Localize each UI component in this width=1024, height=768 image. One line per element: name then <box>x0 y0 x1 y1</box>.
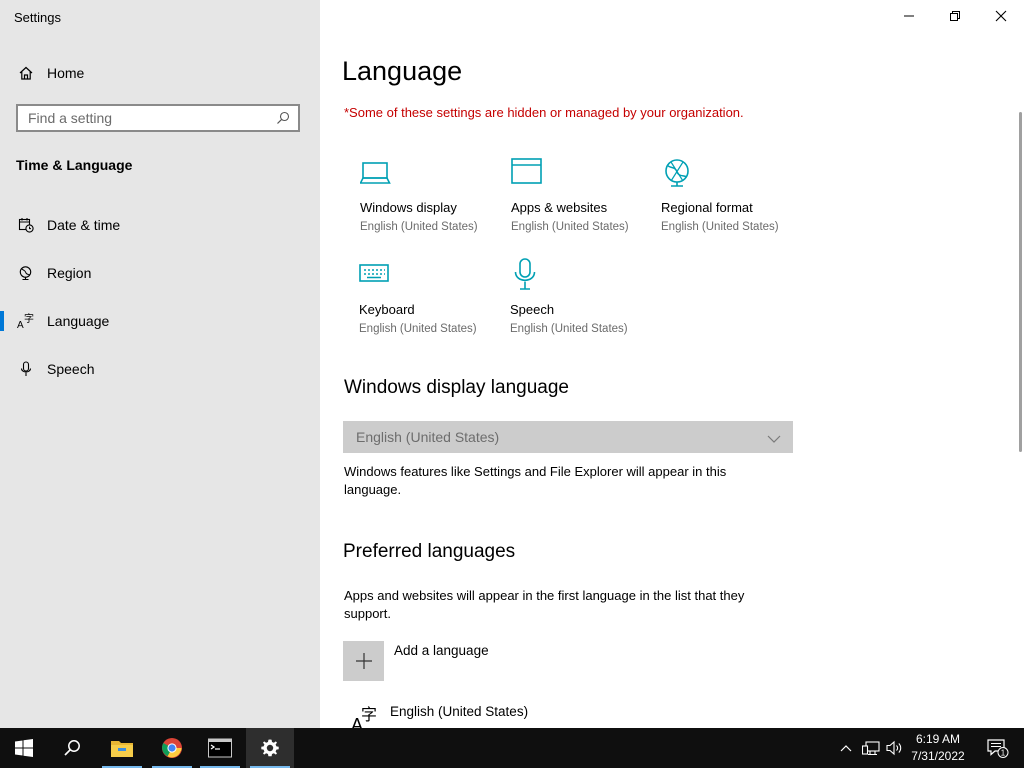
notification-count: 1 <box>1001 749 1006 758</box>
gear-icon <box>261 739 279 757</box>
search-box[interactable] <box>16 104 300 132</box>
sidebar-item-label: Language <box>47 313 110 329</box>
volume-button[interactable] <box>884 728 906 768</box>
plus-icon <box>355 653 372 669</box>
sidebar-item-label: Date & time <box>47 217 121 233</box>
section-title: Time & Language <box>16 157 133 173</box>
windows-logo-icon <box>15 739 33 757</box>
tile-value: English (United States) <box>510 323 628 335</box>
restore-button[interactable] <box>932 0 978 32</box>
sidebar-item-region[interactable]: Region <box>0 253 320 293</box>
microphone-icon <box>17 360 35 378</box>
clock-date[interactable]: 7/31/2022 <box>906 749 970 763</box>
tile-apps-websites[interactable]: Apps & websites English (United States) <box>511 156 661 252</box>
search-input[interactable] <box>18 109 270 127</box>
tile-name: Regional format <box>661 200 753 215</box>
speaker-icon <box>886 740 902 756</box>
sidebar-item-label: Speech <box>47 361 95 377</box>
svg-text:A: A <box>17 320 24 330</box>
microphone-icon <box>510 258 544 292</box>
svg-text:字: 字 <box>361 705 377 724</box>
taskbar: 6:19 AM 7/31/2022 1 <box>0 728 1024 768</box>
home-icon <box>17 64 35 82</box>
search-icon <box>64 740 80 756</box>
search-icon[interactable] <box>276 111 290 125</box>
preferred-languages-description: Apps and websites will appear in the fir… <box>344 588 745 621</box>
tile-name: Speech <box>510 302 555 317</box>
tile-name: Apps & websites <box>511 200 608 215</box>
tile-name: Keyboard <box>359 302 415 317</box>
show-hidden-icons-button[interactable] <box>836 728 856 768</box>
action-center-button[interactable]: 1 <box>978 728 1018 768</box>
globe-icon <box>17 264 35 282</box>
tile-windows-display[interactable]: Windows display English (United States) <box>359 156 510 252</box>
tile-value: English (United States) <box>661 221 779 233</box>
minimize-button[interactable] <box>886 0 932 32</box>
sidebar-item-label: Region <box>47 265 92 281</box>
globe-format-icon <box>661 156 695 190</box>
add-language-label[interactable]: Add a language <box>394 643 489 658</box>
svg-text:字: 字 <box>24 312 34 325</box>
dropdown-value: English (United States) <box>356 429 500 445</box>
network-icon <box>862 741 880 756</box>
tile-speech[interactable]: Speech English (United States) <box>510 258 660 354</box>
tile-value: English (United States) <box>360 221 478 233</box>
close-button[interactable] <box>978 0 1024 32</box>
display-language-heading: Windows display language <box>344 377 569 398</box>
taskbar-settings[interactable] <box>246 728 294 768</box>
close-icon <box>995 10 1007 22</box>
sidebar-item-language[interactable]: A字 Language <box>0 301 320 341</box>
taskbar-search-button[interactable] <box>48 728 96 768</box>
app-title: Settings <box>14 10 61 25</box>
language-icon: A字 <box>17 312 35 330</box>
scrollbar[interactable] <box>1019 112 1022 452</box>
browser-window-icon <box>511 156 545 190</box>
sidebar-item-date-time[interactable]: Date & time <box>0 205 320 245</box>
laptop-icon <box>359 156 394 190</box>
tile-value: English (United States) <box>359 323 477 335</box>
sidebar-item-home[interactable]: Home <box>0 53 320 93</box>
chrome-icon <box>162 738 182 758</box>
sidebar: Settings Home Time & Language Date & tim… <box>0 0 320 728</box>
start-button[interactable] <box>0 728 48 768</box>
display-language-dropdown[interactable]: English (United States) <box>343 421 793 453</box>
tile-value: English (United States) <box>511 221 629 233</box>
clock-time[interactable]: 6:19 AM <box>906 732 970 746</box>
add-language-button[interactable] <box>343 641 384 681</box>
preferred-languages-heading: Preferred languages <box>343 541 516 562</box>
managed-warning: *Some of these settings are hidden or ma… <box>344 105 744 120</box>
taskbar-chrome[interactable] <box>148 728 196 768</box>
taskbar-file-explorer[interactable] <box>98 728 146 768</box>
notification-icon: 1 <box>987 739 1009 758</box>
language-name: English (United States) <box>390 704 529 719</box>
terminal-icon <box>208 738 232 758</box>
taskbar-command-prompt[interactable] <box>196 728 244 768</box>
tile-name: Windows display <box>360 200 457 215</box>
calendar-clock-icon <box>17 216 35 234</box>
page-title: Language <box>342 56 463 86</box>
folder-icon <box>111 741 133 757</box>
keyboard-icon <box>359 258 393 292</box>
tile-keyboard[interactable]: Keyboard English (United States) <box>359 258 509 354</box>
sidebar-item-label: Home <box>47 65 85 81</box>
tile-regional-format[interactable]: Regional format English (United States) <box>661 156 811 252</box>
restore-icon <box>950 11 960 21</box>
network-button[interactable] <box>860 728 882 768</box>
chevron-down-icon <box>767 431 781 449</box>
language-list-item[interactable]: A字 English (United States) <box>343 700 793 735</box>
display-language-description: Windows features like Settings and File … <box>344 464 727 497</box>
chevron-up-icon <box>840 745 852 752</box>
sidebar-item-speech[interactable]: Speech <box>0 349 320 389</box>
minimize-icon <box>904 15 914 17</box>
